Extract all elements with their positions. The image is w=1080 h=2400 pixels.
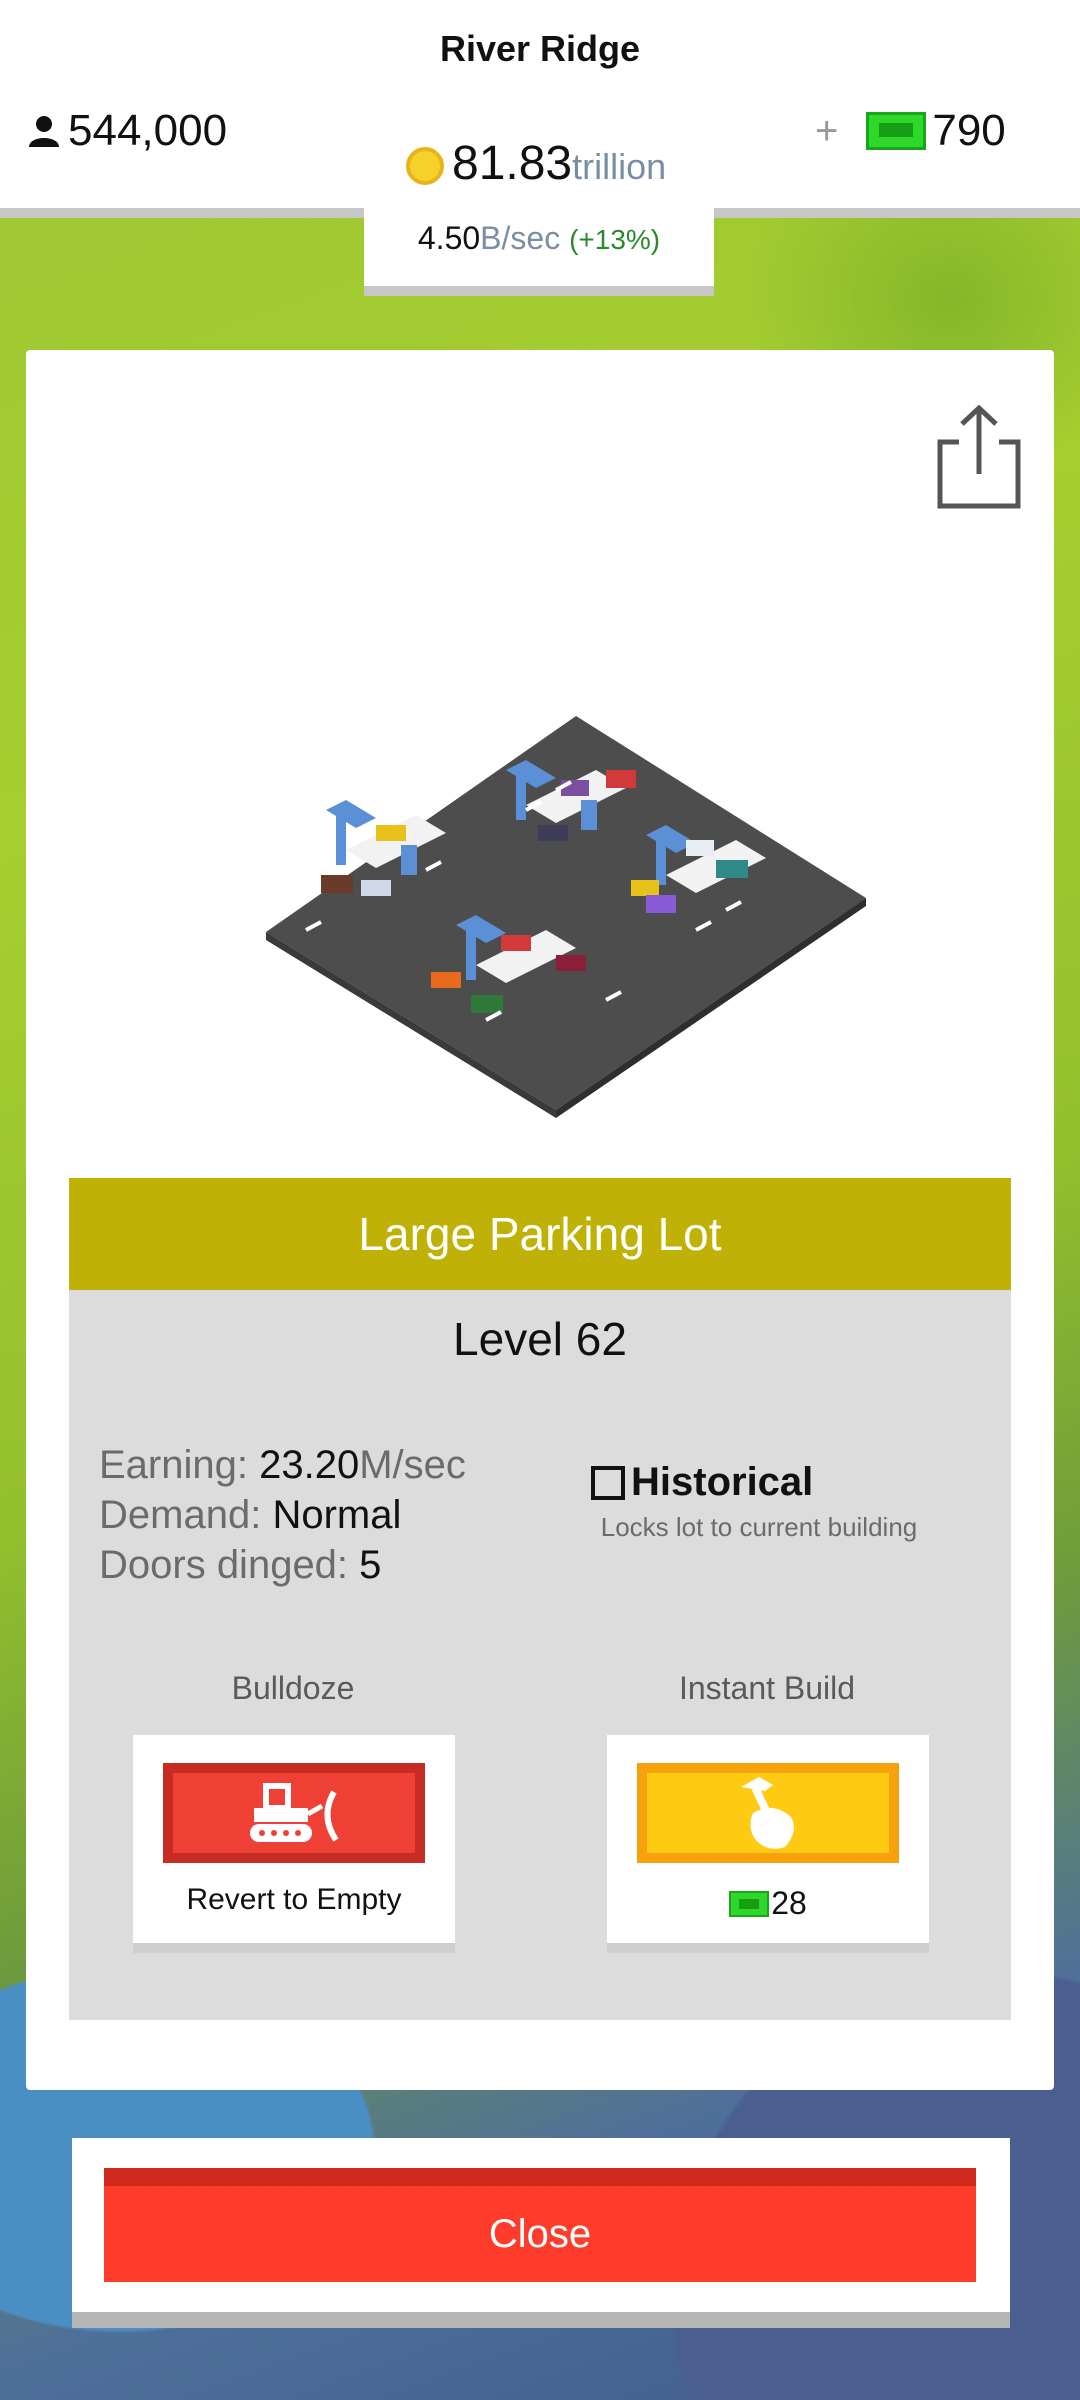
instant-build-button[interactable] xyxy=(637,1763,899,1863)
bucks-icon xyxy=(729,1890,770,1917)
demand-row: Demand: Normal xyxy=(99,1490,466,1540)
share-icon[interactable] xyxy=(934,402,1024,512)
close-button[interactable]: Close xyxy=(104,2168,976,2282)
historical-label: Historical xyxy=(631,1460,814,1504)
rate-unit: B/sec xyxy=(480,220,561,256)
cash-value: 81.83 xyxy=(452,137,573,190)
hammer-hand-icon xyxy=(741,1777,794,1849)
rate-value: 4.50 xyxy=(417,220,481,256)
person-icon xyxy=(29,116,59,147)
bulldozer-icon xyxy=(250,1783,339,1842)
historical-description: Locks lot to current building xyxy=(600,1512,918,1542)
population-value: 544,000 xyxy=(68,106,228,155)
bulldoze-label: Revert to Empty xyxy=(186,1883,402,1916)
instant-build-cost: 28 xyxy=(607,1885,929,1922)
bucks-display[interactable]: + 790 xyxy=(815,106,1006,156)
parking-lot-illustration xyxy=(266,716,866,1118)
doors-value: 5 xyxy=(359,1543,382,1587)
bulldoze-caption-text: Bulldoze xyxy=(231,1670,355,1706)
add-bucks-button[interactable]: + xyxy=(815,109,838,154)
income-rate-tab: 4.50B/sec (+13%) xyxy=(364,200,714,296)
instant-build-card[interactable]: 28 xyxy=(607,1735,929,1953)
earning-unit: M/sec xyxy=(359,1443,466,1487)
building-title: Large Parking Lot xyxy=(69,1178,1011,1290)
doors-label: Doors dinged: xyxy=(99,1543,349,1587)
demand-label: Demand: xyxy=(99,1493,262,1537)
instant-build-caption: Instant Build xyxy=(678,1670,856,1706)
coin-icon xyxy=(406,147,444,185)
bulldoze-button[interactable] xyxy=(163,1763,425,1863)
city-name: River Ridge xyxy=(439,28,641,69)
rate-change: (+13%) xyxy=(569,224,661,255)
doors-row: Doors dinged: 5 xyxy=(99,1540,466,1590)
population-display: 544,000 xyxy=(26,106,227,156)
bucks-value: 790 xyxy=(932,106,1006,155)
bulldoze-card[interactable]: Revert to Empty xyxy=(133,1735,455,1953)
earning-value: 23.20 xyxy=(259,1443,360,1487)
building-info-panel: Large Parking Lot Level 62 Earning: 23.2… xyxy=(26,350,1054,2090)
historical-checkbox[interactable] xyxy=(591,1465,625,1500)
demand-value: Normal xyxy=(272,1493,402,1537)
close-container: Close xyxy=(72,2138,1010,2328)
earning-row: Earning: 23.20M/sec xyxy=(99,1440,466,1490)
cash-unit: trillion xyxy=(572,146,667,187)
top-status-bar: River Ridge 544,000 81.83 trillion + 790 xyxy=(0,0,1080,218)
cash-display: 81.83 trillion xyxy=(406,136,666,191)
building-level: Level 62 xyxy=(453,1313,627,1365)
historical-toggle[interactable]: Historical xyxy=(591,1460,813,1505)
building-stats: Earning: 23.20M/sec Demand: Normal Doors… xyxy=(99,1440,466,1590)
instant-build-cost-value: 28 xyxy=(771,1885,807,1921)
earning-label: Earning: xyxy=(99,1443,248,1487)
bucks-icon xyxy=(866,112,927,150)
